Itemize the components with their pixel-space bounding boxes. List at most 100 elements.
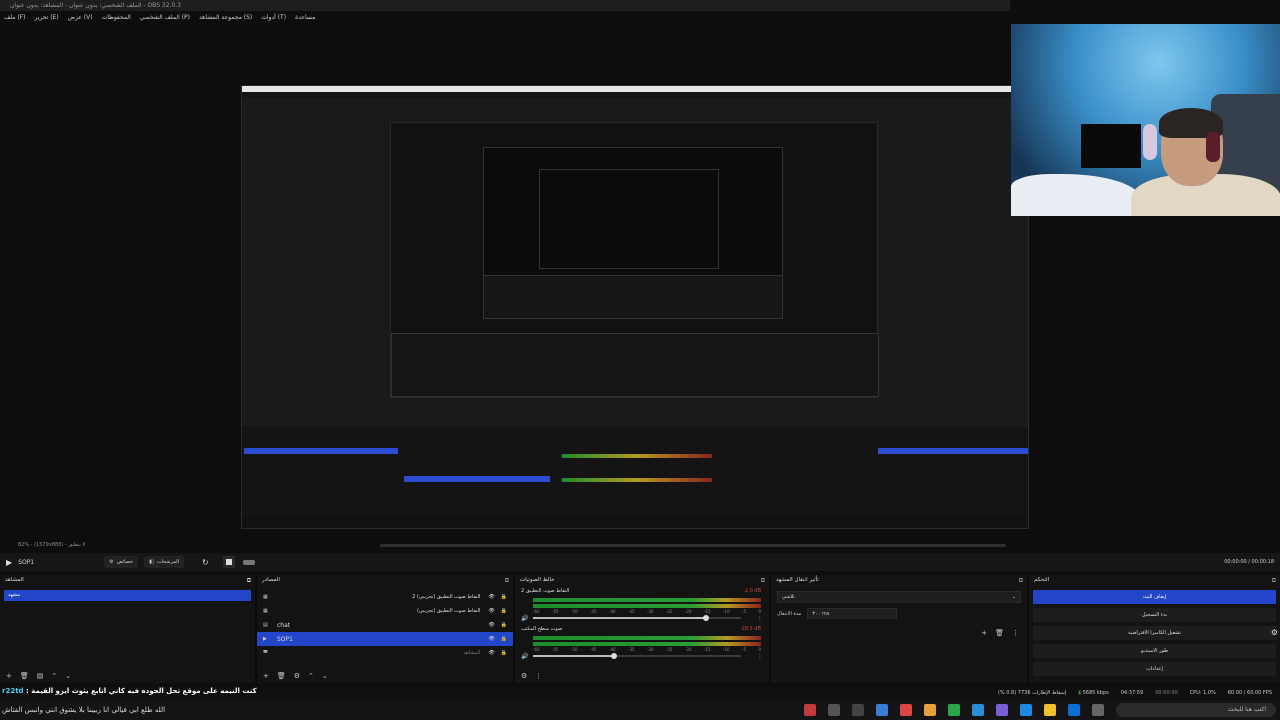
app-icon[interactable]: [996, 704, 1008, 716]
stop-button[interactable]: [222, 556, 235, 568]
dock-float-icon[interactable]: ⧉: [1272, 577, 1276, 585]
chevron-down-icon: ⌄: [1011, 594, 1016, 600]
volume-fader[interactable]: [533, 653, 741, 659]
duration-input[interactable]: ٣٠٠ ms: [807, 608, 898, 619]
lock-icon[interactable]: 🔒: [501, 636, 507, 642]
scene-list-item[interactable]: مشهد: [4, 590, 251, 601]
more-icon[interactable]: ⋮: [1012, 629, 1019, 637]
advanced-audio-icon[interactable]: ⚙: [521, 672, 527, 680]
virtual-camera-label: تشغيل الكاميرا الافتراضية: [1128, 630, 1181, 636]
menu-help[interactable]: مساعدة: [295, 14, 315, 21]
lock-icon[interactable]: 🔒: [501, 622, 507, 628]
menu-edit[interactable]: تحرير (E): [34, 14, 58, 21]
app-icon[interactable]: [1068, 704, 1080, 716]
gear-icon: ⚙: [109, 559, 114, 565]
more-icon[interactable]: ⋮: [757, 653, 763, 660]
remove-transition-icon[interactable]: 🗑: [995, 629, 1004, 637]
app-icon[interactable]: [1020, 704, 1032, 716]
fps-counter: 60.00 / 60.00 FPS: [1227, 690, 1272, 696]
settings-button[interactable]: إعدادات: [1033, 662, 1276, 676]
scene-source-icon: ◚: [263, 650, 268, 656]
lock-icon[interactable]: 🔒: [501, 650, 507, 656]
preview-canvas[interactable]: [0, 24, 1280, 544]
transition-select[interactable]: تلاشي ⌄: [777, 591, 1021, 603]
filters-button[interactable]: ◧ المرشحات: [144, 556, 185, 568]
preview-scrollbar[interactable]: [380, 544, 1006, 547]
menu-scene-collection[interactable]: مجموعة المشاهد (S): [199, 14, 252, 21]
eye-icon[interactable]: 👁: [488, 608, 494, 614]
source-item[interactable]: ▦ التقاط صوت التطبيق (تجريبي) 👁 🔒: [257, 604, 513, 618]
dock-float-icon[interactable]: ⧉: [761, 577, 765, 585]
menu-docks[interactable]: المحفوظات: [102, 14, 131, 21]
fader-handle[interactable]: [702, 615, 709, 621]
task-view-icon[interactable]: [1092, 704, 1104, 716]
recursive-display-capture: [241, 85, 1029, 529]
move-down-icon[interactable]: ⌄: [65, 672, 71, 680]
source-item-selected[interactable]: ▶ SOP1 👁 🔒: [257, 632, 513, 646]
app-icon[interactable]: [876, 704, 888, 716]
app-icon[interactable]: [948, 704, 960, 716]
volume-fader[interactable]: [533, 615, 741, 621]
refresh-icon[interactable]: ↻: [202, 558, 209, 567]
capture-meter: [562, 454, 712, 458]
source-item[interactable]: ▤ chat 👁 🔒: [257, 618, 513, 632]
sources-toolbar: + 🗑 ⚙ ⌃ ⌄: [257, 669, 513, 683]
gear-icon[interactable]: ⚙: [1271, 626, 1278, 640]
virtual-camera-button[interactable]: تشغيل الكاميرا الافتراضية ⚙: [1033, 626, 1278, 640]
taskbar-search[interactable]: اكتب هنا للبحث: [1116, 703, 1276, 717]
capture-menubar: [242, 92, 1028, 98]
scale-tick: -45: [590, 647, 597, 652]
remove-scene-icon[interactable]: 🗑: [20, 672, 29, 680]
source-item[interactable]: ▦ التقاط صوت التطبيق (تجريبي) 2 👁 🔒: [257, 590, 513, 604]
browser-icon[interactable]: [924, 704, 936, 716]
lock-icon[interactable]: 🔒: [501, 608, 507, 614]
app-icon[interactable]: [804, 704, 816, 716]
add-transition-icon[interactable]: +: [981, 629, 987, 637]
speaker-icon[interactable]: 🔊: [521, 653, 528, 660]
speaker-icon[interactable]: 🔊: [521, 615, 528, 622]
source-settings-icon[interactable]: ⚙: [294, 672, 300, 680]
eye-icon[interactable]: 👁: [488, 636, 494, 642]
add-source-icon[interactable]: +: [263, 672, 269, 680]
fader-fill: [533, 617, 706, 619]
dock-area: المشاهد ⧉ مشهد + 🗑 ▤ ⌃ ⌄ المصادر ⧉ ▦ الت…: [0, 575, 1280, 683]
more-icon[interactable]: ⋮: [535, 672, 542, 680]
app-icon[interactable]: [900, 704, 912, 716]
window-title: الملف الشخصي: بدون عنوان - المشاهد: بدون…: [0, 0, 1010, 11]
app-icon[interactable]: [828, 704, 840, 716]
lock-icon[interactable]: 🔒: [501, 594, 507, 600]
source-item[interactable]: ◚ المشاهد 👁 🔒: [257, 646, 513, 660]
capture-dock-row: [242, 426, 1028, 516]
menu-view[interactable]: عرض (V): [68, 14, 93, 21]
move-up-icon[interactable]: ⌃: [51, 672, 57, 680]
eye-icon[interactable]: 👁: [488, 594, 494, 600]
dock-float-icon[interactable]: ⧉: [247, 577, 251, 585]
fader-handle[interactable]: [611, 653, 618, 659]
dock-float-icon[interactable]: ⧉: [1019, 577, 1023, 585]
app-icon[interactable]: [972, 704, 984, 716]
dock-float-icon[interactable]: ⧉: [505, 577, 509, 585]
folder-icon[interactable]: [1044, 704, 1056, 716]
play-icon[interactable]: ▶: [6, 558, 12, 567]
move-down-icon[interactable]: ⌄: [322, 672, 328, 680]
add-scene-icon[interactable]: +: [6, 672, 12, 680]
meter-scale: -60 -55 -50 -45 -40 -35 -30 -25 -20 -15 -10 -5 0: [533, 647, 761, 652]
scale-tick: -20: [685, 647, 692, 652]
more-icon[interactable]: ⋮: [757, 615, 763, 622]
app-icon[interactable]: [852, 704, 864, 716]
move-up-icon[interactable]: ⌃: [308, 672, 314, 680]
menu-tools[interactable]: أدوات (T): [261, 14, 286, 21]
menu-bar: ملف (F) تحرير (E) عرض (V) المحفوظات المل…: [0, 11, 1010, 24]
stop-streaming-button[interactable]: إيقاف البث: [1033, 590, 1276, 604]
eye-icon[interactable]: 👁: [488, 650, 494, 656]
scene-filters-icon[interactable]: ▤: [37, 672, 44, 680]
remove-source-icon[interactable]: 🗑: [277, 672, 286, 680]
eye-icon[interactable]: 👁: [488, 622, 494, 628]
studio-mode-button[interactable]: طور الاستديو: [1033, 644, 1276, 658]
menu-profile[interactable]: الملف الشخصي (P): [140, 14, 190, 21]
menu-file[interactable]: ملف (F): [4, 14, 25, 21]
media-seek-bar[interactable]: [242, 559, 255, 565]
properties-button[interactable]: ⚙ خصائص: [104, 556, 139, 568]
start-recording-button[interactable]: بدء التسجيل: [1033, 608, 1276, 622]
signal-icon: ▮: [1078, 690, 1081, 696]
